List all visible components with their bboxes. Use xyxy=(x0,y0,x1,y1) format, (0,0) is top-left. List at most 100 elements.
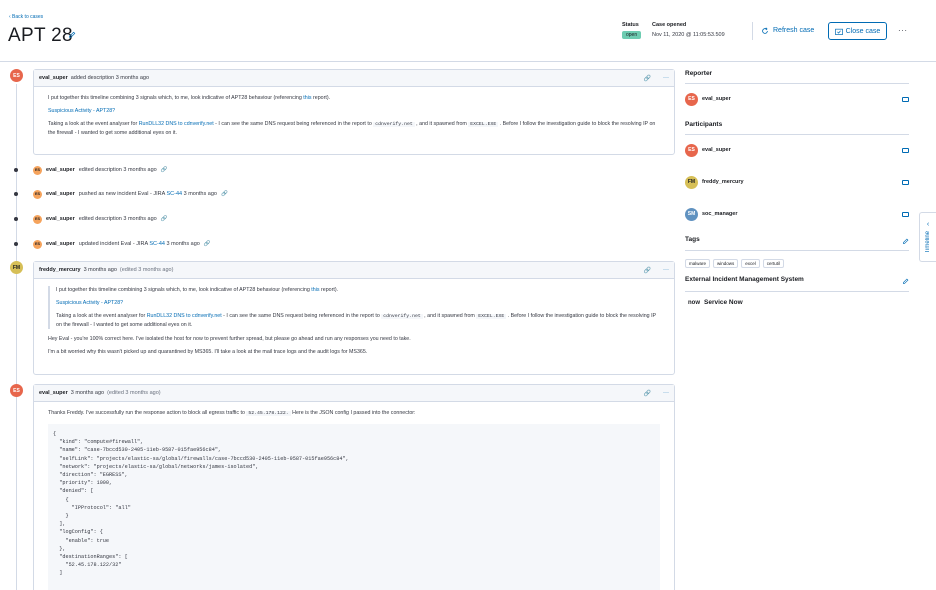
comment-header: eval_super 3 months ago (edited 3 months… xyxy=(34,385,674,402)
avatar: ES xyxy=(33,239,42,249)
more-icon[interactable]: ··· xyxy=(663,75,669,82)
action-text: edited description 3 months ago xyxy=(78,216,157,222)
inline-code: EXCEL.EXE xyxy=(468,122,499,127)
email-icon[interactable] xyxy=(902,211,909,217)
participant-name: soc_manager xyxy=(702,211,738,217)
report-link[interactable]: this xyxy=(311,287,319,293)
avatar: ES xyxy=(10,69,23,82)
timeline-bullet xyxy=(14,192,18,196)
tag-list: malware windows excel certutil xyxy=(685,259,785,268)
comment-paragraph: Hey Eval - you're 100% correct here. I'v… xyxy=(48,336,411,342)
refresh-icon xyxy=(762,27,768,34)
avatar: ES xyxy=(33,165,42,175)
email-icon[interactable] xyxy=(902,147,909,153)
close-case-label: Close case xyxy=(845,27,881,35)
back-to-cases-link[interactable]: ‹ Back to cases xyxy=(9,14,43,20)
divider xyxy=(685,291,909,292)
chevron-left-icon: ‹ xyxy=(926,220,930,228)
refresh-case-label: Refresh case xyxy=(773,27,815,34)
inline-code: cdnverify.net xyxy=(381,314,423,319)
avatar: FM xyxy=(10,261,23,274)
event-analyser-link[interactable]: RunDLL32 DNS to cdnverify.net xyxy=(139,121,214,127)
refresh-case-button[interactable]: Refresh case xyxy=(752,22,822,40)
page-title: APT 28 xyxy=(8,25,73,46)
status-badge[interactable]: open xyxy=(622,31,642,39)
participant-name: freddy_mercury xyxy=(702,179,744,185)
avatar: ES xyxy=(685,92,698,106)
user-comment: eval_super 3 months ago (edited 3 months… xyxy=(33,384,675,590)
avatar: ES xyxy=(10,384,23,397)
tag[interactable]: windows xyxy=(713,259,739,268)
timeline-bullet xyxy=(14,242,18,246)
more-icon[interactable]: ··· xyxy=(663,390,669,397)
link-icon[interactable]: 🔗 xyxy=(644,267,651,274)
link-icon[interactable]: 🔗 xyxy=(204,241,211,247)
comment-header: eval_super added description 3 months ag… xyxy=(34,70,674,87)
participant-item: SM soc_manager xyxy=(685,207,909,221)
user-action-item: ES eval_super pushed as new incident Eva… xyxy=(14,189,228,199)
timeline-bullet xyxy=(14,168,18,172)
comment-header: freddy_mercury 3 months ago (edited 3 mo… xyxy=(34,262,674,279)
divider xyxy=(685,83,909,84)
page-header: ‹ Back to cases APT 28 Status open Case … xyxy=(0,0,936,62)
pencil-icon[interactable] xyxy=(68,31,76,39)
user-action-item: ES eval_super edited description 3 month… xyxy=(14,165,168,175)
tag[interactable]: malware xyxy=(685,259,711,268)
action-author[interactable]: eval_super xyxy=(46,191,75,197)
reporter-item: ES eval_super xyxy=(685,92,909,106)
comment-author[interactable]: eval_super xyxy=(39,75,68,81)
comment-body: I put together this timeline combining 3… xyxy=(34,279,674,368)
more-icon[interactable]: ··· xyxy=(663,267,669,274)
timeline-flyout-tab[interactable]: ‹ Timeline xyxy=(919,212,936,262)
link-icon[interactable]: 🔗 xyxy=(161,216,168,222)
inline-code: 52.45.178.122. xyxy=(246,411,291,416)
timeline-line xyxy=(16,84,17,590)
action-author[interactable]: eval_super xyxy=(46,216,75,222)
comment-edited: (edited 3 months ago) xyxy=(107,390,161,396)
case-opened-label: Case opened xyxy=(652,22,687,28)
comment-meta: 3 months ago xyxy=(83,267,117,273)
avatar: ES xyxy=(33,214,42,224)
action-author[interactable]: eval_super xyxy=(46,167,75,173)
comment-meta: added description 3 months ago xyxy=(70,75,150,81)
participants-title: Participants xyxy=(685,121,723,128)
link-icon[interactable]: 🔗 xyxy=(644,390,651,397)
avatar: FM xyxy=(685,175,698,189)
action-text: edited description 3 months ago xyxy=(78,167,157,173)
quoted-comment: I put together this timeline combining 3… xyxy=(48,286,660,329)
link-icon[interactable]: 🔗 xyxy=(644,75,651,82)
comment-author[interactable]: eval_super xyxy=(39,390,68,396)
servicenow-logo-icon: now xyxy=(688,299,700,306)
link-icon[interactable]: 🔗 xyxy=(161,167,168,173)
close-case-button[interactable]: Close case xyxy=(828,22,887,40)
jira-link[interactable]: SC-44 xyxy=(167,191,183,197)
participant-item: FM freddy_mercury xyxy=(685,175,909,189)
folder-check-icon xyxy=(834,28,843,35)
user-action-item: ES eval_super updated incident Eval - JI… xyxy=(14,239,211,249)
event-analyser-link[interactable]: RunDLL32 DNS to cdnverify.net xyxy=(147,313,222,319)
jira-link[interactable]: SC-44 xyxy=(149,241,165,247)
timeline-link[interactable]: Suspicious Activity - APT28? xyxy=(56,300,123,306)
email-icon[interactable] xyxy=(902,96,909,102)
divider xyxy=(685,134,909,135)
comment-author[interactable]: freddy_mercury xyxy=(39,267,81,273)
connector-name: Service Now xyxy=(704,299,743,306)
tag[interactable]: excel xyxy=(741,259,760,268)
connector-item: now Service Now xyxy=(688,299,743,306)
timeline-link[interactable]: Suspicious Activity - APT28? xyxy=(48,108,115,114)
edit-connector-icon[interactable] xyxy=(902,278,909,285)
divider xyxy=(685,250,909,251)
more-actions-button[interactable]: ··· xyxy=(898,26,908,35)
inline-code: EXCEL.EXE xyxy=(476,314,507,319)
comment-edited: (edited 3 months ago) xyxy=(119,267,174,273)
comment-paragraph: I'm a bit worried why this wasn't picked… xyxy=(48,349,368,355)
json-code-block[interactable]: { "kind": "compute#firewall", "name": "c… xyxy=(48,424,660,590)
edit-tags-icon[interactable] xyxy=(902,238,909,245)
action-author[interactable]: eval_super xyxy=(46,241,75,247)
action-text: pushed as new incident Eval - JIRA SC-44… xyxy=(78,191,217,197)
email-icon[interactable] xyxy=(902,179,909,185)
report-link[interactable]: this xyxy=(303,95,311,101)
tag[interactable]: certutil xyxy=(762,259,785,268)
link-icon[interactable]: 🔗 xyxy=(221,191,228,197)
reporter-title: Reporter xyxy=(685,70,713,77)
